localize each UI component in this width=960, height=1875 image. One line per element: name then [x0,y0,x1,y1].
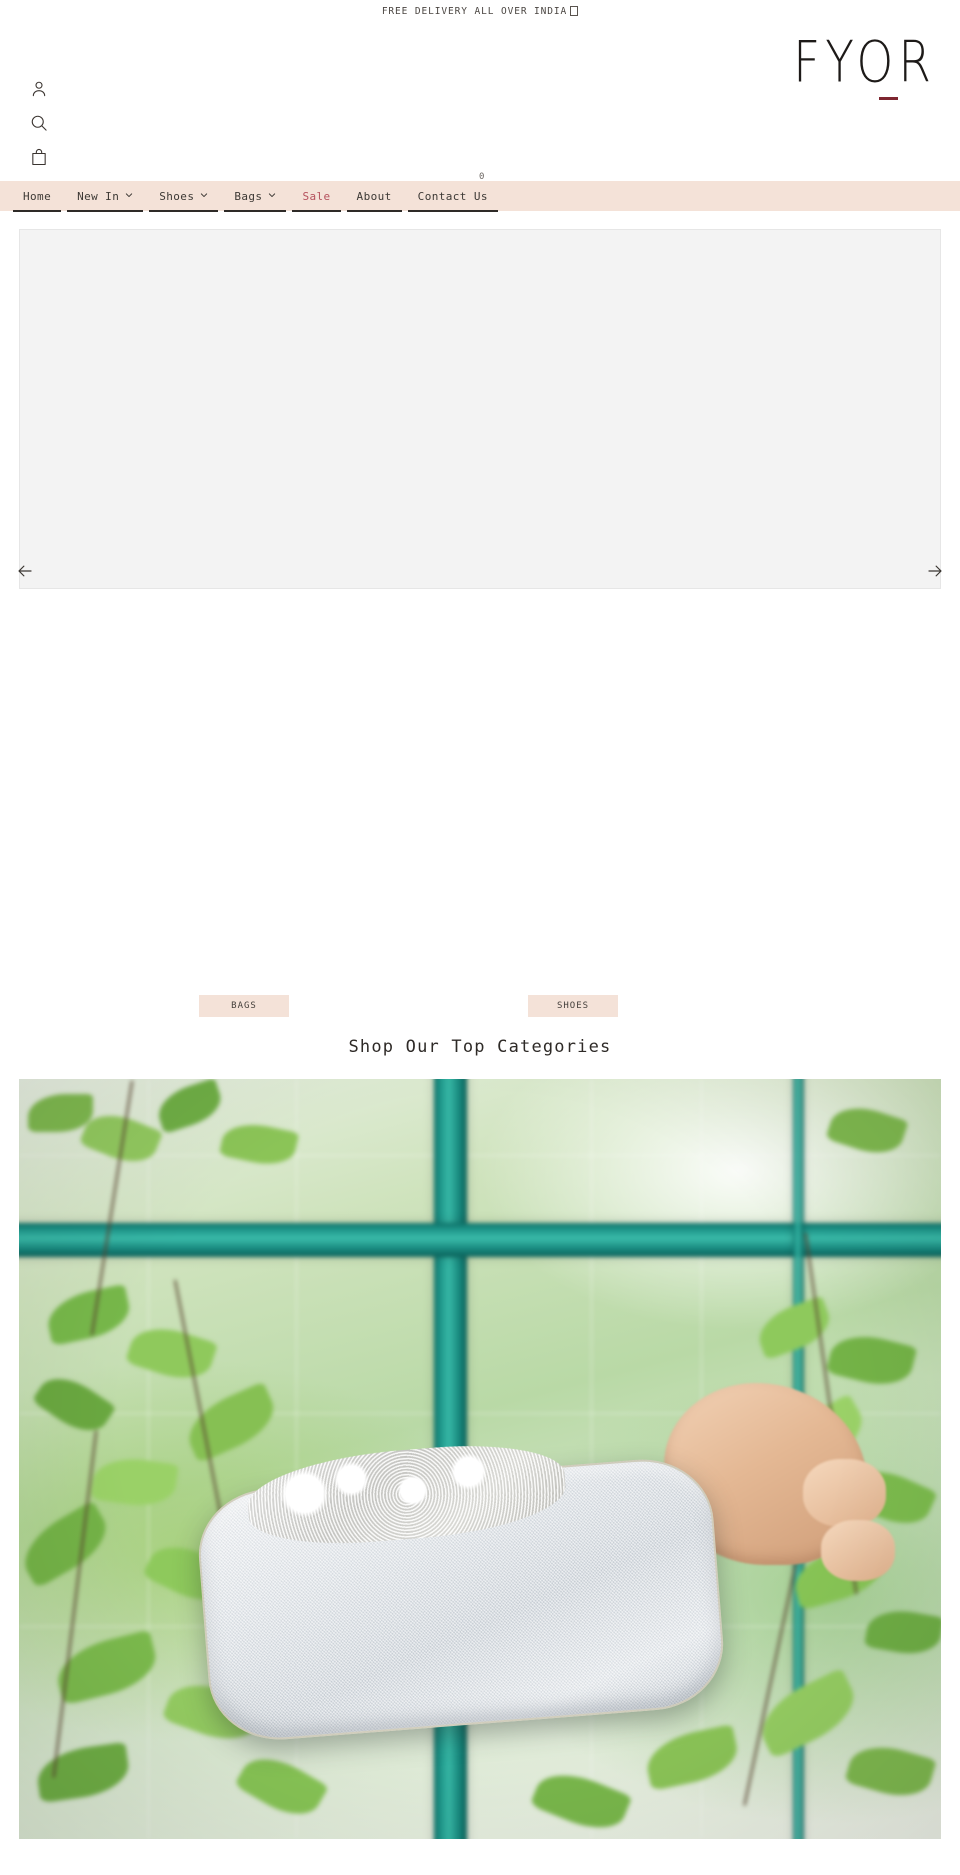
nav-item-contact-us[interactable]: Contact Us [405,181,501,212]
chevron-down-icon [268,191,276,199]
hero-carousel [18,229,942,589]
nav-item-bags[interactable]: Bags [221,181,289,212]
brand-logo[interactable]: FYOR [793,34,936,100]
site-header: FYOR 0 [0,22,960,182]
collection-button-bags[interactable]: BAGS [199,995,289,1017]
main-navigation: Home New In Shoes Bags Sale About Contac… [0,181,960,212]
chevron-down-icon [125,191,133,199]
arrow-left-icon[interactable] [12,558,38,584]
category-hero-image[interactable] [19,1079,941,1839]
header-icon-stack [28,78,50,168]
logo-accent-underline [879,97,898,100]
collection-button-shoes[interactable]: SHOES [528,995,618,1017]
collection-links: BAGS SHOES [0,589,960,1017]
announcement-text: FREE DELIVERY ALL OVER INDIA [381,5,568,17]
nav-item-label: Contact Us [417,189,488,203]
page-title: Shop Our Top Categories [348,1037,612,1057]
nav-item-label: Bags [234,189,263,203]
nav-item-about[interactable]: About [344,181,405,212]
model-finger [802,1459,886,1528]
nav-item-label: Shoes [159,189,195,203]
chevron-down-icon [200,191,208,199]
nav-item-sale[interactable]: Sale [289,181,343,212]
nav-item-label: Home [23,189,52,203]
arrow-right-icon[interactable] [922,558,948,584]
search-icon[interactable] [28,112,50,134]
logo-text: FYOR [793,29,936,97]
account-icon[interactable] [28,78,50,100]
cart-icon[interactable] [28,146,50,168]
page-root: FREE DELIVERY ALL OVER INDIA FYOR 0 Home… [0,0,960,1875]
nav-item-label: New In [77,189,120,203]
nav-item-label: About [356,189,392,203]
nav-item-new-in[interactable]: New In [64,181,146,212]
india-flag-icon [570,6,579,16]
nav-item-home[interactable]: Home [10,181,64,212]
clutch-bag-product [194,1438,729,1745]
model-finger [821,1519,895,1581]
nav-item-label: Sale [302,189,331,203]
nav-item-shoes[interactable]: Shoes [146,181,221,212]
announcement-bar: FREE DELIVERY ALL OVER INDIA [0,0,960,22]
